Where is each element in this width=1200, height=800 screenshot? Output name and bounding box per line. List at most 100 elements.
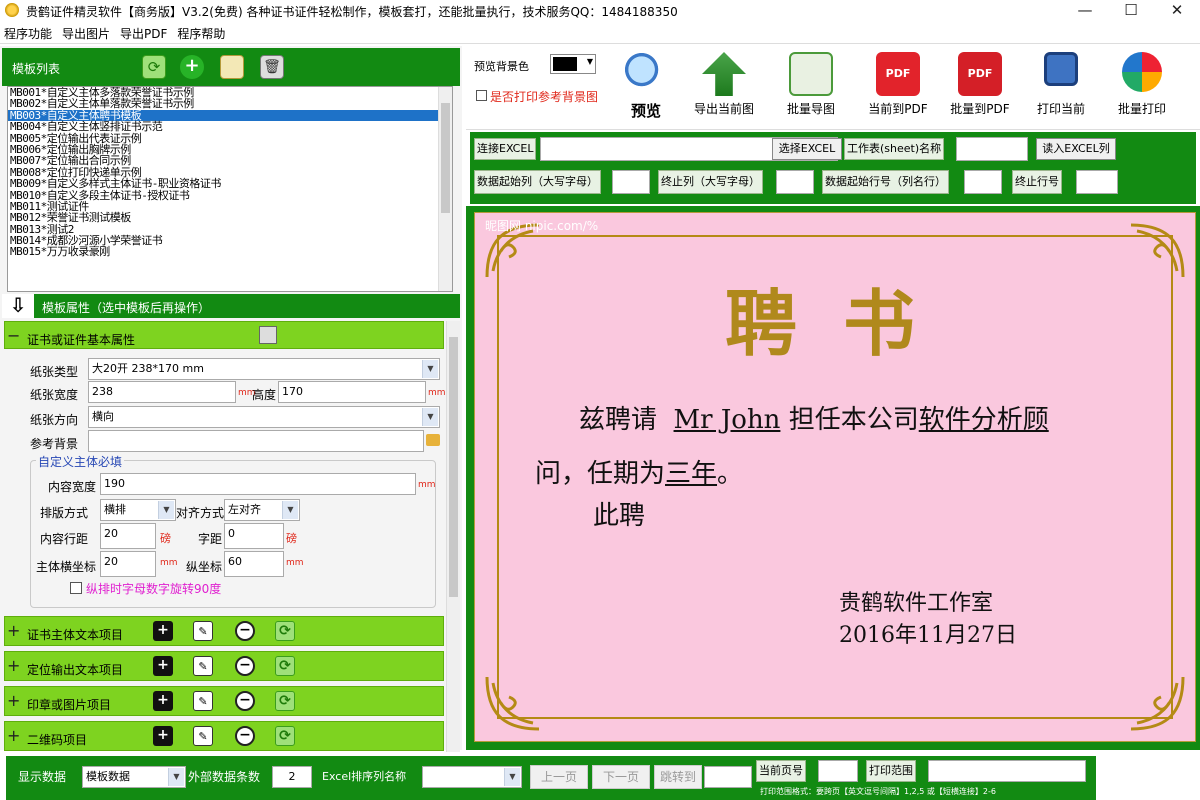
align-select[interactable]: 左对齐 ▼ — [224, 499, 300, 521]
template-list[interactable]: MB001*自定义主体多落款荣誉证书示例 MB002*自定义主体单落款荣誉证书示… — [7, 86, 453, 292]
certificate-date: 2016年11月27日 — [839, 623, 1017, 648]
next-page-button[interactable]: 下一页 — [592, 765, 650, 789]
content-width-input[interactable]: 190 — [100, 473, 416, 495]
section-qrcode[interactable]: + 二维码项目 + ✎ − ⟳ — [4, 721, 444, 751]
sheet-name-input[interactable]: sheet1 — [956, 137, 1028, 161]
chevron-down-icon: ▼ — [168, 768, 184, 786]
remove-icon[interactable]: − — [235, 726, 255, 746]
x-coord-input[interactable]: 20 — [100, 551, 156, 577]
print-range-label: 打印范围 — [866, 760, 916, 782]
expand-icon[interactable]: + — [7, 722, 20, 750]
certificate-org: 贵鹤软件工作室 — [839, 591, 994, 616]
edit-icon[interactable]: ✎ — [193, 621, 213, 641]
list-item[interactable]: MB009*自定义多样式主体证书-职业资格证书 — [8, 178, 452, 190]
add-item-icon[interactable]: + — [153, 726, 173, 746]
rotate-label: 纵排时字母数字旋转90度 — [86, 582, 222, 596]
expand-icon[interactable]: + — [7, 652, 20, 680]
refresh-icon[interactable]: ⟳ — [275, 656, 295, 676]
prev-page-button[interactable]: 上一页 — [530, 765, 588, 789]
maximize-button[interactable]: ☐ — [1108, 0, 1154, 22]
section-basic-props[interactable]: − 证书或证件基本属性 — [4, 321, 444, 349]
jump-button[interactable]: 跳转到 — [654, 765, 702, 789]
certificate-preview[interactable]: 昵图网 nipic.com/% 聘书 兹聘请 Mr John 担任本公司软件分析… — [474, 212, 1196, 742]
batch-print-button[interactable]: 批量打印 — [1102, 52, 1182, 117]
save-icon[interactable] — [259, 326, 277, 344]
current-to-pdf-button[interactable]: PDF 当前到PDF — [858, 52, 938, 117]
preview-button[interactable]: 预览 — [620, 52, 672, 121]
add-item-icon[interactable]: + — [153, 621, 173, 641]
menu-export-pdf[interactable]: 导出PDF — [116, 22, 173, 42]
remove-icon[interactable]: − — [235, 621, 255, 641]
start-row-input[interactable]: 1 — [964, 170, 1002, 194]
list-item[interactable]: MB012*荣誉证书测试模板 — [8, 212, 452, 224]
expand-icon[interactable]: + — [7, 687, 20, 715]
remove-icon[interactable]: − — [235, 691, 255, 711]
menu-export-image[interactable]: 导出图片 — [58, 22, 116, 42]
edit-icon[interactable]: ✎ — [193, 656, 213, 676]
folder-icon[interactable] — [426, 434, 440, 446]
edit-icon[interactable]: ✎ — [193, 726, 213, 746]
list-item[interactable]: MB015*万万收录豪刚 — [8, 246, 452, 258]
refresh-icon[interactable]: ⟳ — [142, 55, 166, 79]
collapse-icon[interactable]: − — [7, 322, 20, 350]
unit-label: mm — [418, 480, 436, 490]
section-label: 证书主体文本项目 — [27, 628, 124, 642]
choose-excel-button[interactable]: 选择EXCEL — [772, 138, 842, 160]
end-col-input[interactable]: F — [776, 170, 814, 194]
y-coord-input[interactable]: 60 — [224, 551, 284, 577]
add-icon[interactable]: + — [180, 55, 204, 79]
bg-color-select[interactable]: ▼ — [550, 54, 596, 74]
add-item-icon[interactable]: + — [153, 691, 173, 711]
y-coord-label: 纵坐标 — [186, 560, 223, 574]
read-excel-button[interactable]: 读入EXCEL列 — [1036, 138, 1116, 160]
trash-icon[interactable]: 🗑 — [260, 55, 284, 79]
rotate-checkbox[interactable] — [70, 582, 82, 594]
line-spacing-input[interactable]: 20 — [100, 523, 156, 549]
close-button[interactable]: ✕ — [1154, 0, 1200, 22]
print-ref-label: 是否打印参考背景图 — [490, 90, 599, 104]
paper-width-input[interactable]: 238 — [88, 381, 236, 403]
remove-icon[interactable]: − — [235, 656, 255, 676]
batch-to-pdf-button[interactable]: PDF 批量到PDF — [940, 52, 1020, 117]
paper-type-select[interactable]: 大20开 238*170 mm ▼ — [88, 358, 440, 380]
excel-sort-select[interactable]: ▼ — [422, 766, 522, 788]
jump-page-input[interactable] — [704, 766, 752, 788]
section-position-text[interactable]: + 定位输出文本项目 + ✎ − ⟳ — [4, 651, 444, 681]
paper-width-label: 纸张宽度 — [30, 388, 79, 402]
ornament-corner-icon — [1130, 676, 1185, 731]
add-item-icon[interactable]: + — [153, 656, 173, 676]
certificate-line3: 此聘 — [593, 501, 646, 531]
ref-bg-input[interactable] — [88, 430, 424, 452]
edit-icon[interactable]: ✎ — [193, 691, 213, 711]
height-input[interactable]: 170 — [278, 381, 426, 403]
layout-select[interactable]: 横排 ▼ — [100, 499, 176, 521]
section-label: 印章或图片项目 — [27, 698, 112, 712]
edit-document-icon[interactable] — [220, 55, 244, 79]
section-seal-image[interactable]: + 印章或图片项目 + ✎ − ⟳ — [4, 686, 444, 716]
ext-count-input[interactable]: 2 — [272, 766, 312, 788]
char-spacing-input[interactable]: 0 — [224, 523, 284, 549]
refresh-icon[interactable]: ⟳ — [275, 691, 295, 711]
refresh-icon[interactable]: ⟳ — [275, 726, 295, 746]
current-page-input[interactable] — [818, 760, 858, 782]
batch-export-image-button[interactable]: 批量导图 — [776, 52, 846, 117]
print-ref-checkbox[interactable] — [476, 90, 487, 101]
refresh-icon[interactable]: ⟳ — [275, 621, 295, 641]
list-item[interactable]: MB004*自定义主体竖排证书示范 — [8, 121, 452, 133]
print-range-input[interactable] — [928, 760, 1086, 782]
show-data-select[interactable]: 模板数据 ▼ — [82, 766, 186, 788]
export-current-image-button[interactable]: 导出当前图 — [684, 52, 764, 117]
list-scrollbar[interactable] — [438, 87, 452, 291]
expand-icon[interactable]: + — [7, 617, 20, 645]
props-scrollbar[interactable] — [446, 321, 460, 791]
end-row-input[interactable]: 10 — [1076, 170, 1118, 194]
orientation-select[interactable]: 横向 ▼ — [88, 406, 440, 428]
char-spacing-label: 字距 — [198, 532, 223, 546]
print-current-button[interactable]: 打印当前 — [1026, 52, 1096, 117]
minimize-button[interactable]: — — [1062, 0, 1108, 22]
excel-link-label: 连接EXCEL — [474, 138, 537, 160]
menu-help[interactable]: 程序帮助 — [173, 22, 231, 42]
start-col-input[interactable]: A — [612, 170, 650, 194]
menu-program[interactable]: 程序功能 — [0, 22, 58, 42]
section-body-text[interactable]: + 证书主体文本项目 + ✎ − ⟳ — [4, 616, 444, 646]
